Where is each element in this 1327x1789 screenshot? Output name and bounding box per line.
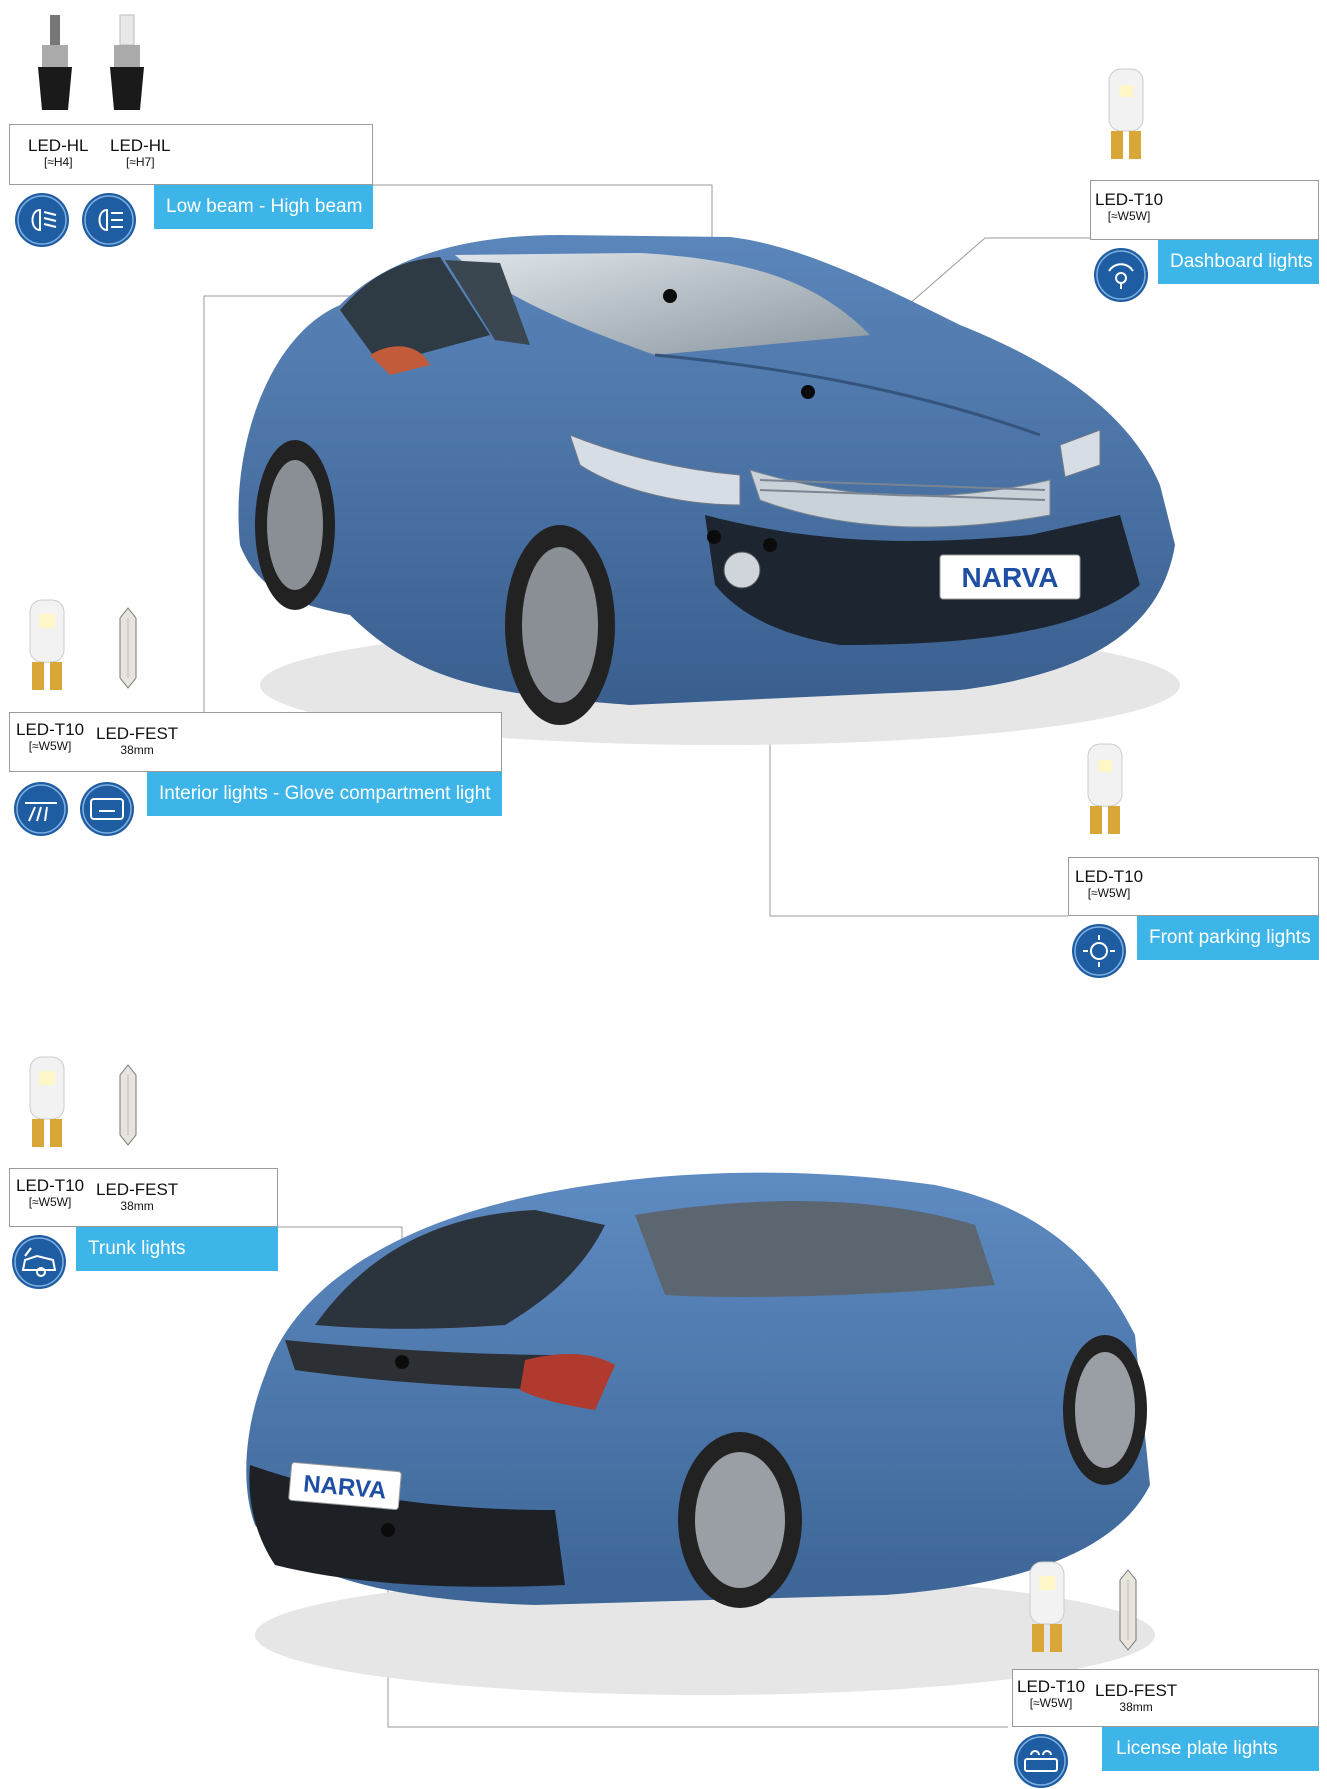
product-name: LED-T10 bbox=[16, 1176, 85, 1195]
headlights-label: Low beam - High beam bbox=[154, 185, 373, 229]
product-spec: [≈W5W] bbox=[1107, 209, 1151, 223]
bulb-trunk-images bbox=[29, 1056, 137, 1147]
product-spec: [≈W5W] bbox=[1087, 886, 1131, 900]
product-led-t10: LED-T10 [≈W5W] bbox=[1075, 867, 1144, 901]
product-spec: 38mm bbox=[120, 743, 154, 757]
product-name: LED-HL bbox=[28, 136, 89, 155]
license-plate-light-icon bbox=[1014, 1734, 1068, 1788]
point-trunk bbox=[395, 1355, 409, 1369]
product-name: LED-FEST bbox=[96, 1180, 179, 1199]
product-led-fest: LED-FEST 38mm bbox=[1095, 1681, 1178, 1715]
product-led-hl-h7: LED-HL [≈H7] bbox=[110, 136, 171, 170]
product-spec: [≈W5W] bbox=[28, 1195, 72, 1209]
dashboard-product-box: LED-T10 [≈W5W] bbox=[1090, 180, 1319, 240]
point-dashboard-vent bbox=[663, 289, 677, 303]
bulb-led-t10-image bbox=[1108, 68, 1144, 159]
product-spec: 38mm bbox=[120, 1199, 154, 1213]
product-led-fest: LED-FEST 38mm bbox=[96, 1180, 179, 1214]
interior-light-icon bbox=[14, 782, 68, 836]
parking-product-box: LED-T10 [≈W5W] bbox=[1068, 857, 1319, 916]
product-spec: [≈W5W] bbox=[28, 739, 72, 753]
dashboard-light-icon bbox=[1094, 248, 1148, 302]
license-product-box: LED-T10 [≈W5W] LED-FEST 38mm bbox=[1012, 1669, 1319, 1727]
product-spec: [≈H4] bbox=[43, 155, 73, 169]
bulb-license-images bbox=[1029, 1561, 1137, 1652]
product-led-fest: LED-FEST 38mm bbox=[96, 724, 179, 758]
product-name: LED-T10 bbox=[1075, 867, 1144, 886]
product-name: LED-FEST bbox=[1095, 1681, 1178, 1700]
low-beam-icon bbox=[15, 193, 69, 247]
interior-product-box: LED-T10 [≈W5W] LED-FEST 38mm bbox=[9, 712, 502, 772]
trunk-light-icon bbox=[12, 1235, 66, 1289]
product-spec: [≈W5W] bbox=[1029, 1696, 1073, 1710]
license-label: License plate lights bbox=[1102, 1727, 1319, 1771]
product-spec: 38mm bbox=[1119, 1700, 1153, 1714]
product-led-t10: LED-T10 [≈W5W] bbox=[16, 720, 85, 754]
product-name: LED-HL bbox=[110, 136, 171, 155]
bulb-led-hl-images bbox=[38, 14, 144, 110]
product-name: LED-T10 bbox=[1017, 1677, 1086, 1696]
product-led-t10: LED-T10 [≈W5W] bbox=[16, 1176, 85, 1210]
product-name: LED-FEST bbox=[96, 724, 179, 743]
headlights-product-box: LED-HL [≈H4] LED-HL [≈H7] bbox=[9, 124, 373, 185]
bulb-interior-images bbox=[29, 599, 137, 690]
product-led-t10: LED-T10 [≈W5W] bbox=[1017, 1677, 1086, 1711]
parking-label: Front parking lights bbox=[1137, 916, 1319, 960]
product-led-t10: LED-T10 [≈W5W] bbox=[1095, 190, 1164, 224]
product-name: LED-T10 bbox=[1095, 190, 1164, 209]
point-headlight bbox=[707, 530, 721, 544]
trunk-product-box: LED-T10 [≈W5W] LED-FEST 38mm bbox=[9, 1168, 278, 1227]
front-plate-text: NARVA bbox=[962, 562, 1059, 593]
glove-compartment-icon bbox=[80, 782, 134, 836]
parking-light-icon bbox=[1072, 924, 1126, 978]
car-front-image: NARVA bbox=[238, 235, 1180, 745]
point-dashboard bbox=[801, 385, 815, 399]
interior-label: Interior lights - Glove compartment ligh… bbox=[147, 772, 502, 816]
bulb-led-t10-image bbox=[1087, 743, 1123, 834]
high-beam-icon bbox=[82, 193, 136, 247]
trunk-label: Trunk lights bbox=[76, 1227, 278, 1271]
product-led-hl-h4: LED-HL [≈H4] bbox=[28, 136, 89, 170]
point-parking bbox=[763, 538, 777, 552]
product-spec: [≈H7] bbox=[125, 155, 155, 169]
product-name: LED-T10 bbox=[16, 720, 85, 739]
dashboard-label: Dashboard lights bbox=[1158, 240, 1319, 284]
point-license bbox=[381, 1523, 395, 1537]
